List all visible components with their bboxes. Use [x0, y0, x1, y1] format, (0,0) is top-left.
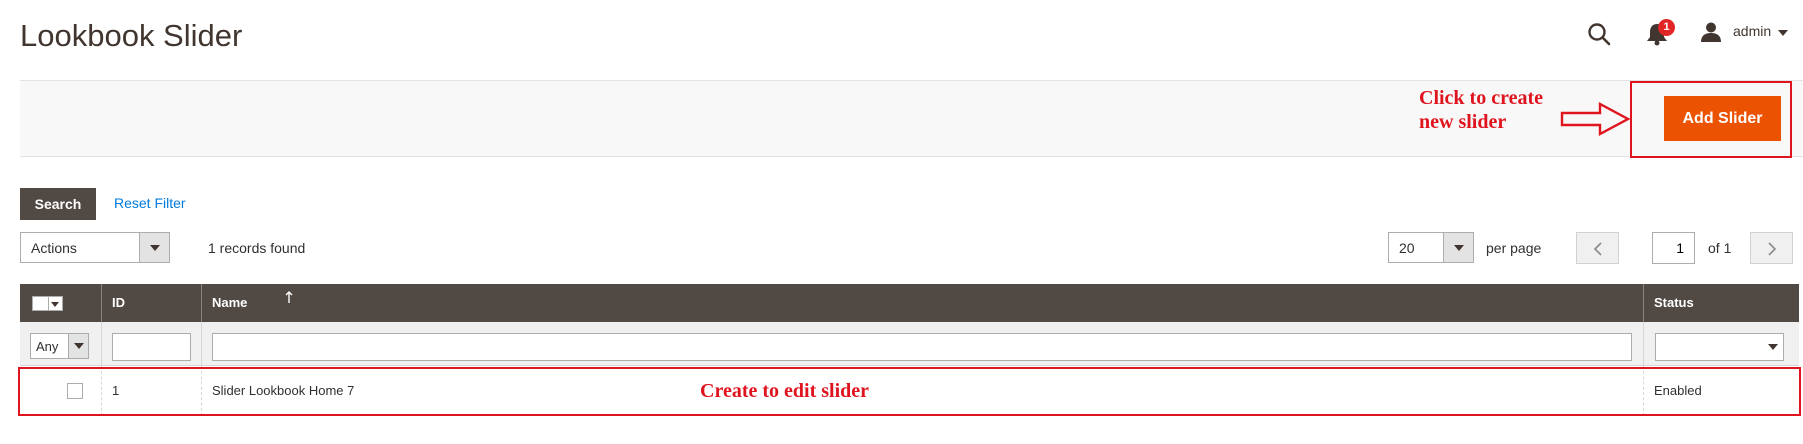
column-header-id[interactable]: ID: [102, 284, 293, 322]
annotation-create-hint: Click to create new slider: [1419, 87, 1544, 133]
previous-page-button[interactable]: [1576, 232, 1619, 264]
search-icon[interactable]: [1586, 21, 1612, 47]
reset-filter-link[interactable]: Reset Filter: [114, 195, 186, 211]
notification-badge[interactable]: 1: [1658, 19, 1675, 36]
filter-cell: [102, 322, 202, 366]
column-header-status[interactable]: Status: [1644, 284, 1799, 322]
chevron-left-icon: [1593, 242, 1602, 256]
mass-select-dropdown[interactable]: [49, 296, 63, 311]
filter-row: Any: [20, 322, 1799, 366]
per-page-value: 20: [1399, 240, 1415, 256]
page-title: Lookbook Slider: [20, 18, 243, 53]
actions-label: Actions: [31, 240, 77, 256]
filter-cell: Any: [20, 322, 102, 366]
per-page-label: per page: [1486, 240, 1542, 256]
status-filter-select[interactable]: [1655, 333, 1784, 361]
chevron-down-icon[interactable]: [1443, 233, 1473, 262]
visibility-filter-value: Any: [36, 339, 59, 354]
records-found: 1 records found: [208, 240, 306, 256]
annotation-edit-hint: Create to edit slider: [700, 380, 870, 402]
column-label: ID: [112, 295, 125, 310]
chevron-down-icon[interactable]: [139, 233, 169, 262]
grid-header: ID Name Status: [20, 284, 1799, 322]
visibility-filter-select[interactable]: Any: [30, 333, 89, 359]
chevron-down-icon[interactable]: [68, 334, 88, 358]
annotation-arrow-icon: [1560, 102, 1631, 136]
column-label: Status: [1654, 295, 1694, 310]
annotation-box-row: [18, 367, 1801, 416]
actions-dropdown[interactable]: Actions: [20, 232, 170, 263]
per-page-dropdown[interactable]: 20: [1388, 232, 1474, 263]
user-icon[interactable]: [1700, 21, 1722, 43]
page-number-input[interactable]: [1652, 232, 1695, 264]
admin-user-menu[interactable]: admin: [1733, 23, 1771, 39]
page-total: of 1: [1708, 240, 1732, 256]
search-button[interactable]: Search: [20, 188, 96, 220]
column-label: Name: [212, 295, 248, 310]
name-filter-input[interactable]: [212, 333, 1632, 361]
filter-cell: [202, 322, 1644, 366]
column-header-name[interactable]: Name: [202, 284, 1644, 322]
id-filter-input[interactable]: [112, 333, 191, 361]
chevron-down-icon[interactable]: [1778, 30, 1788, 36]
chevron-right-icon: [1768, 242, 1777, 256]
chevron-down-icon[interactable]: [1763, 334, 1783, 360]
next-page-button[interactable]: [1750, 232, 1793, 264]
mass-select-column[interactable]: [20, 284, 102, 322]
mass-select-checkbox[interactable]: [32, 296, 49, 311]
add-slider-button[interactable]: Add Slider: [1664, 96, 1781, 141]
